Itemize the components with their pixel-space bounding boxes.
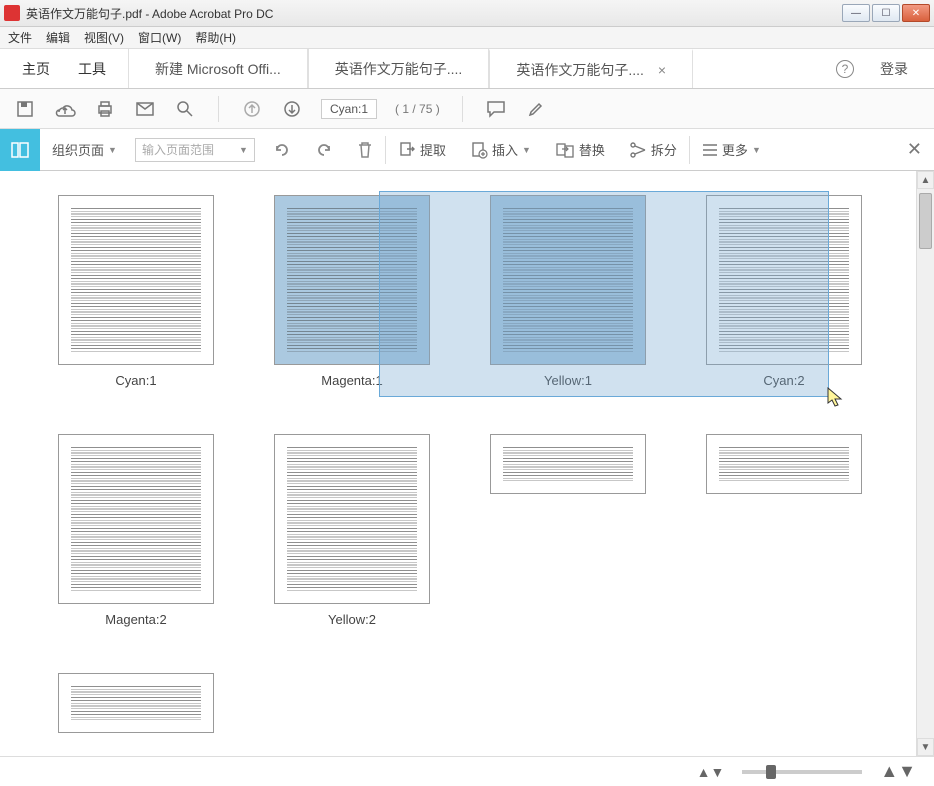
minimize-button[interactable]: — bbox=[842, 4, 870, 22]
page-thumbnail[interactable]: Cyan:1 bbox=[58, 195, 214, 388]
mail-icon[interactable] bbox=[134, 98, 156, 120]
toolbar-separator bbox=[462, 96, 463, 122]
title-bar: 英语作文万能句子.pdf - Adobe Acrobat Pro DC — ☐ … bbox=[0, 0, 934, 27]
document-tab-3[interactable]: 英语作文万能句子.... × bbox=[489, 49, 693, 88]
zoom-out-icon[interactable]: ▲▼ bbox=[697, 764, 725, 780]
zoom-slider-thumb[interactable] bbox=[766, 765, 776, 779]
split-label: 拆分 bbox=[651, 140, 677, 159]
document-tab-3-label: 英语作文万能句子.... bbox=[516, 60, 644, 80]
page-thumbnail[interactable]: Yellow:1 bbox=[490, 195, 646, 388]
zoom-slider[interactable] bbox=[742, 770, 862, 774]
page-thumbnail[interactable] bbox=[58, 673, 214, 733]
close-organize-button[interactable]: ✕ bbox=[895, 129, 934, 170]
menu-help[interactable]: 帮助(H) bbox=[195, 29, 236, 46]
help-icon[interactable]: ? bbox=[836, 60, 854, 78]
page-thumbnail[interactable]: Magenta:2 bbox=[58, 434, 214, 627]
organize-toolbar: 组织页面 ▼ 输入页面范围 ▼ 提取 插入 ▼ 替换 拆分 更多 ▼ ✕ bbox=[0, 129, 934, 171]
page-range-input[interactable]: 输入页面范围 ▼ bbox=[135, 138, 255, 162]
more-dropdown[interactable]: 更多 ▼ bbox=[690, 129, 773, 170]
prev-page-icon[interactable] bbox=[241, 98, 263, 120]
insert-dropdown[interactable]: 插入 ▼ bbox=[458, 129, 543, 170]
replace-label: 替换 bbox=[579, 140, 605, 159]
scroll-up-arrow[interactable]: ▲ bbox=[917, 171, 934, 189]
page-thumbnail[interactable] bbox=[490, 434, 646, 627]
menu-edit[interactable]: 编辑 bbox=[46, 29, 70, 46]
thumbnail-label: Cyan:2 bbox=[763, 373, 804, 388]
more-label: 更多 bbox=[722, 140, 748, 159]
range-placeholder: 输入页面范围 bbox=[142, 141, 214, 158]
zoom-in-icon[interactable]: ▲▼ bbox=[880, 761, 916, 782]
organize-label: 组织页面 bbox=[52, 140, 104, 159]
page-thumbnail[interactable]: Yellow:2 bbox=[274, 434, 430, 627]
page-thumbnail[interactable]: Cyan:2 bbox=[706, 195, 862, 388]
organize-pages-dropdown[interactable]: 组织页面 ▼ bbox=[40, 129, 129, 170]
vertical-scrollbar[interactable]: ▲ ▼ bbox=[916, 171, 934, 756]
organize-panel-icon[interactable] bbox=[0, 129, 40, 171]
document-tab-1[interactable]: 新建 Microsoft Offi... bbox=[128, 49, 308, 88]
chevron-down-icon: ▼ bbox=[108, 145, 117, 155]
page-thumbnail[interactable]: Magenta:1 bbox=[274, 195, 430, 388]
replace-button[interactable]: 替换 bbox=[543, 129, 617, 170]
maximize-button[interactable]: ☐ bbox=[872, 4, 900, 22]
document-tab-1-label: 新建 Microsoft Offi... bbox=[155, 59, 281, 79]
close-button[interactable]: ✕ bbox=[902, 4, 930, 22]
chevron-down-icon: ▼ bbox=[522, 145, 531, 155]
split-button[interactable]: 拆分 bbox=[617, 129, 689, 170]
status-bar: ▲▼ ▲▼ bbox=[0, 756, 934, 786]
document-tab-2[interactable]: 英语作文万能句子.... bbox=[308, 49, 490, 88]
document-tab-2-label: 英语作文万能句子.... bbox=[335, 59, 463, 79]
menu-bar: 文件 编辑 视图(V) 窗口(W) 帮助(H) bbox=[0, 27, 934, 49]
document-tabs-bar: 主页 工具 新建 Microsoft Offi... 英语作文万能句子.... … bbox=[0, 49, 934, 89]
next-page-icon[interactable] bbox=[281, 98, 303, 120]
thumbnail-label: Yellow:1 bbox=[544, 373, 592, 388]
main-toolbar: Cyan:1 ( 1 / 75 ) bbox=[0, 89, 934, 129]
thumbnail-label: Magenta:2 bbox=[105, 612, 166, 627]
insert-label: 插入 bbox=[492, 140, 518, 159]
extract-label: 提取 bbox=[420, 140, 446, 159]
extract-button[interactable]: 提取 bbox=[386, 129, 458, 170]
rotate-ccw-button[interactable] bbox=[261, 129, 303, 170]
close-tab-icon[interactable]: × bbox=[658, 62, 666, 78]
login-link[interactable]: 登录 bbox=[880, 59, 908, 79]
print-icon[interactable] bbox=[94, 98, 116, 120]
scroll-down-arrow[interactable]: ▼ bbox=[917, 738, 934, 756]
menu-file[interactable]: 文件 bbox=[8, 29, 32, 46]
chevron-down-icon: ▼ bbox=[239, 145, 248, 155]
save-icon[interactable] bbox=[14, 98, 36, 120]
comment-icon[interactable] bbox=[485, 98, 507, 120]
menu-view[interactable]: 视图(V) bbox=[84, 29, 124, 46]
highlight-icon[interactable] bbox=[525, 98, 547, 120]
menu-window[interactable]: 窗口(W) bbox=[138, 29, 181, 46]
thumbnail-label: Cyan:1 bbox=[115, 373, 156, 388]
tab-tools[interactable]: 工具 bbox=[78, 59, 106, 79]
window-controls: — ☐ ✕ bbox=[840, 4, 930, 22]
tab-home[interactable]: 主页 bbox=[22, 59, 50, 79]
page-indicator-input[interactable]: Cyan:1 bbox=[321, 99, 377, 119]
page-thumbnail[interactable] bbox=[706, 434, 862, 627]
rotate-cw-button[interactable] bbox=[303, 129, 345, 170]
toolbar-separator bbox=[218, 96, 219, 122]
thumbnail-label: Yellow:2 bbox=[328, 612, 376, 627]
cloud-icon[interactable] bbox=[54, 98, 76, 120]
scroll-thumb[interactable] bbox=[919, 193, 932, 249]
app-icon bbox=[4, 5, 20, 21]
window-title: 英语作文万能句子.pdf - Adobe Acrobat Pro DC bbox=[26, 5, 840, 22]
thumbnail-label: Magenta:1 bbox=[321, 373, 382, 388]
chevron-down-icon: ▼ bbox=[752, 145, 761, 155]
thumbnails-panel: Cyan:1 Magenta:1 Yellow:1 Cyan:2 Magenta… bbox=[40, 171, 916, 756]
search-icon[interactable] bbox=[174, 98, 196, 120]
delete-button[interactable] bbox=[345, 129, 385, 170]
page-count-label: ( 1 / 75 ) bbox=[395, 102, 440, 116]
